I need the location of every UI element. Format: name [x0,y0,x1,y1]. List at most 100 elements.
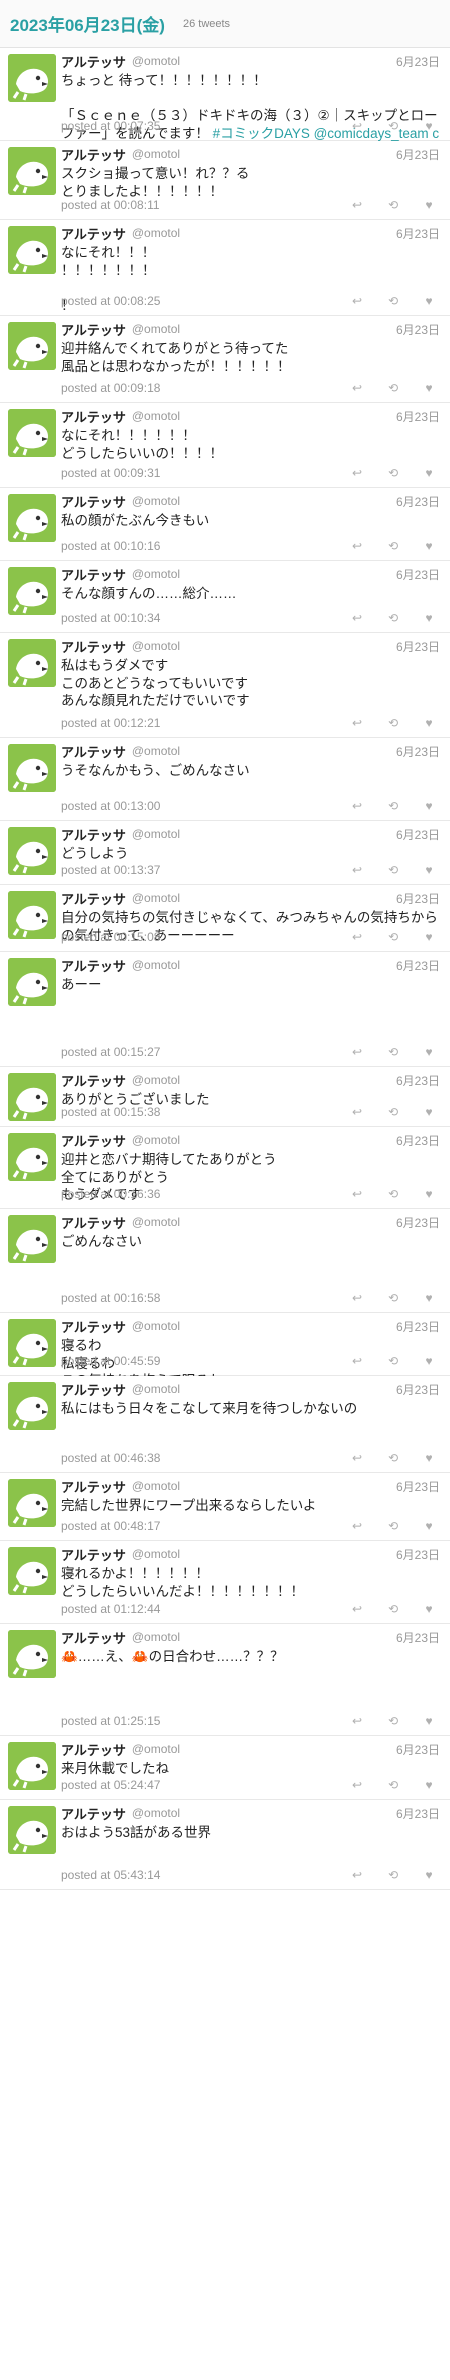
tweet-date[interactable]: 6月23日 [396,638,440,655]
user-name[interactable]: アルテッサ [61,1477,126,1496]
user-name[interactable]: アルテッサ [61,889,126,908]
reply-icon[interactable]: ↩ [346,293,368,309]
like-icon[interactable]: ♥ [418,118,440,134]
posted-time[interactable]: posted at 00:15:38 [61,1105,160,1119]
like-icon[interactable]: ♥ [418,610,440,626]
reply-icon[interactable]: ↩ [346,197,368,213]
user-handle[interactable]: @omotol [132,1215,180,1229]
avatar[interactable] [8,1215,56,1263]
like-icon[interactable]: ♥ [418,380,440,396]
avatar[interactable] [8,322,56,370]
user-name[interactable]: アルテッサ [61,565,126,584]
posted-time[interactable]: posted at 00:15:08 [61,930,160,944]
reply-icon[interactable]: ↩ [346,1713,368,1729]
reply-icon[interactable]: ↩ [346,1104,368,1120]
like-icon[interactable]: ♥ [418,465,440,481]
retweet-icon[interactable]: ⟲ [382,1290,404,1306]
avatar[interactable] [8,54,56,102]
retweet-icon[interactable]: ⟲ [382,1867,404,1883]
reply-icon[interactable]: ↩ [346,465,368,481]
user-name[interactable]: アルテッサ [61,1380,126,1399]
like-icon[interactable]: ♥ [418,1777,440,1793]
user-handle[interactable]: @omotol [132,827,180,841]
retweet-icon[interactable]: ⟲ [382,715,404,731]
avatar[interactable] [8,958,56,1006]
user-name[interactable]: アルテッサ [61,637,126,656]
like-icon[interactable]: ♥ [418,715,440,731]
posted-time[interactable]: posted at 00:12:21 [61,716,160,730]
posted-time[interactable]: posted at 00:16:36 [61,1187,160,1201]
user-name[interactable]: アルテッサ [61,407,126,426]
avatar[interactable] [8,827,56,875]
like-icon[interactable]: ♥ [418,1290,440,1306]
user-handle[interactable]: @omotol [132,494,180,508]
like-icon[interactable]: ♥ [418,1601,440,1617]
tweet-date[interactable]: 6月23日 [396,321,440,338]
avatar[interactable] [8,891,56,939]
reply-icon[interactable]: ↩ [346,715,368,731]
user-handle[interactable]: @omotol [132,744,180,758]
tweet-date[interactable]: 6月23日 [396,408,440,425]
posted-time[interactable]: posted at 00:09:31 [61,466,160,480]
posted-time[interactable]: posted at 00:09:18 [61,381,160,395]
user-name[interactable]: アルテッサ [61,1071,126,1090]
tweet-date[interactable]: 6月23日 [396,1132,440,1149]
user-name[interactable]: アルテッサ [61,1804,126,1823]
like-icon[interactable]: ♥ [418,538,440,554]
day-title[interactable]: 2023年06月23日(金) [10,11,165,36]
avatar[interactable] [8,1742,56,1790]
like-icon[interactable]: ♥ [418,1186,440,1202]
reply-icon[interactable]: ↩ [346,1044,368,1060]
avatar[interactable] [8,226,56,274]
retweet-icon[interactable]: ⟲ [382,1353,404,1369]
reply-icon[interactable]: ↩ [346,1290,368,1306]
retweet-icon[interactable]: ⟲ [382,1044,404,1060]
tweet-date[interactable]: 6月23日 [396,1381,440,1398]
reply-icon[interactable]: ↩ [346,1777,368,1793]
user-name[interactable]: アルテッサ [61,224,126,243]
user-handle[interactable]: @omotol [132,958,180,972]
user-name[interactable]: アルテッサ [61,145,126,164]
user-handle[interactable]: @omotol [132,891,180,905]
reply-icon[interactable]: ↩ [346,798,368,814]
posted-time[interactable]: posted at 00:07:35 [61,119,160,133]
tweet-date[interactable]: 6月23日 [396,1214,440,1231]
tweet-date[interactable]: 6月23日 [396,890,440,907]
retweet-icon[interactable]: ⟲ [382,118,404,134]
retweet-icon[interactable]: ⟲ [382,862,404,878]
avatar[interactable] [8,1073,56,1121]
like-icon[interactable]: ♥ [418,197,440,213]
reply-icon[interactable]: ↩ [346,929,368,945]
like-icon[interactable]: ♥ [418,929,440,945]
retweet-icon[interactable]: ⟲ [382,1104,404,1120]
retweet-icon[interactable]: ⟲ [382,1713,404,1729]
tweet-date[interactable]: 6月23日 [396,1072,440,1089]
user-name[interactable]: アルテッサ [61,1628,126,1647]
avatar[interactable] [8,744,56,792]
user-handle[interactable]: @omotol [132,322,180,336]
avatar[interactable] [8,1479,56,1527]
user-handle[interactable]: @omotol [132,567,180,581]
posted-time[interactable]: posted at 00:08:25 [61,294,160,308]
retweet-icon[interactable]: ⟲ [382,538,404,554]
user-name[interactable]: アルテッサ [61,956,126,975]
reply-icon[interactable]: ↩ [346,1353,368,1369]
reply-icon[interactable]: ↩ [346,1601,368,1617]
retweet-icon[interactable]: ⟲ [382,380,404,396]
avatar[interactable] [8,1630,56,1678]
user-handle[interactable]: @omotol [132,54,180,68]
user-name[interactable]: アルテッサ [61,1740,126,1759]
user-handle[interactable]: @omotol [132,639,180,653]
tweet-date[interactable]: 6月23日 [396,493,440,510]
user-handle[interactable]: @omotol [132,1479,180,1493]
avatar[interactable] [8,1547,56,1595]
like-icon[interactable]: ♥ [418,1450,440,1466]
like-icon[interactable]: ♥ [418,293,440,309]
like-icon[interactable]: ♥ [418,1353,440,1369]
retweet-icon[interactable]: ⟲ [382,1450,404,1466]
posted-time[interactable]: posted at 05:43:14 [61,1868,160,1882]
tweet-date[interactable]: 6月23日 [396,743,440,760]
user-name[interactable]: アルテッサ [61,742,126,761]
posted-time[interactable]: posted at 00:48:17 [61,1519,160,1533]
reply-icon[interactable]: ↩ [346,1186,368,1202]
